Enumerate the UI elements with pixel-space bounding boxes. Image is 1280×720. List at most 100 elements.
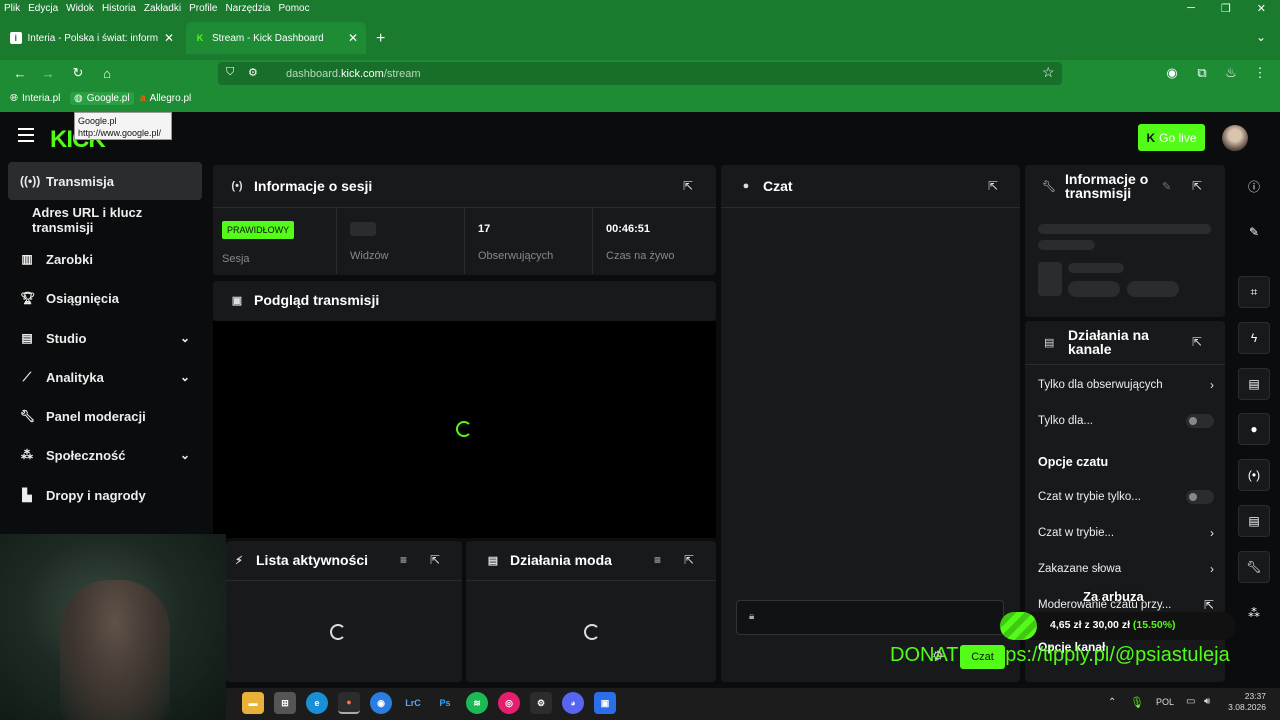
sidebar-item-osiagniecia[interactable]: 🏆︎ Osiągnięcia — [8, 279, 202, 317]
hamburger-menu-icon[interactable] — [18, 128, 34, 142]
menu-tools[interactable]: Narzędzia — [225, 3, 270, 14]
tab-list-chevron-icon[interactable]: ⌄ — [1256, 30, 1266, 44]
skeleton-pill — [1127, 281, 1179, 297]
sidebar-item-studio[interactable]: ▤ Studio ⌄ — [8, 319, 202, 357]
document-icon[interactable]: ▤ — [1238, 368, 1270, 400]
lightroom-icon[interactable]: LrC — [402, 692, 424, 714]
extensions-icon[interactable]: ⧉ — [1190, 62, 1214, 84]
add-widget-icon[interactable]: ⁂ — [1238, 597, 1270, 629]
edit-pencil-icon[interactable]: ✎ — [1238, 216, 1270, 248]
tab-title: Interia - Polska i świat: informacje — [27, 32, 158, 44]
app-icon[interactable]: ◎ — [498, 692, 520, 714]
sidebar-item-transmisja[interactable]: ((•)) Transmisja — [8, 162, 202, 200]
sidebar-item-spolecznosc[interactable]: ⁂ Społeczność ⌄ — [8, 436, 202, 474]
steam-icon[interactable]: ⚙ — [530, 692, 552, 714]
channel-icon[interactable]: ▤ — [1238, 505, 1270, 537]
shield-icon[interactable]: ⛉ — [226, 66, 234, 79]
lightning-icon[interactable]: ϟ — [1238, 322, 1270, 354]
broadcast-icon[interactable]: (•) — [1238, 459, 1270, 491]
filter-icon[interactable]: ≡ — [400, 553, 407, 567]
wrench-icon[interactable]: 🔧︎ — [1238, 551, 1270, 583]
row-banned-words[interactable]: Zakazane słowa › — [1038, 562, 1214, 576]
sidebar-item-dropy[interactable]: ▙ Dropy i nagrody — [8, 476, 202, 514]
menu-file[interactable]: Plik — [4, 3, 20, 14]
chat-bubble-icon[interactable]: ● — [1238, 413, 1270, 445]
popout-icon[interactable]: ⇱ — [684, 553, 694, 567]
sidebar-item-stream-url-key[interactable]: Adres URL i klucz transmisji — [8, 201, 202, 239]
settings-gear-icon[interactable]: ⚙ — [932, 648, 944, 664]
popout-icon[interactable]: ⇱ — [430, 553, 440, 567]
browser-icon[interactable]: ◉ — [370, 692, 392, 714]
menu-history[interactable]: Historia — [102, 3, 136, 14]
filter-icon[interactable]: ≡ — [654, 553, 661, 567]
bookmark-interia[interactable]: 🌐︎ Interia.pl — [10, 93, 60, 104]
info-icon[interactable]: ⓘ — [1238, 170, 1270, 202]
permissions-icon[interactable]: ⚙ — [248, 66, 258, 79]
back-icon[interactable]: ← — [8, 62, 32, 84]
popout-icon[interactable]: ⇱ — [988, 179, 998, 193]
edit-pencil-icon[interactable]: ✎ — [1162, 180, 1171, 193]
star-bookmark-icon[interactable]: ☆ — [1042, 64, 1055, 81]
row-slow-mode[interactable]: Czat w trybie... › — [1038, 526, 1214, 540]
menu-profiles[interactable]: Profile — [189, 3, 217, 14]
preview-icon: ▣ — [231, 294, 243, 307]
avatar[interactable] — [1222, 125, 1248, 151]
volume-icon[interactable]: 🔊︎ — [1204, 696, 1210, 707]
discord-icon[interactable]: ◕ — [562, 692, 584, 714]
loading-spinner — [456, 421, 472, 437]
sidebar-item-analityka[interactable]: ⟋ Analityka ⌄ — [8, 358, 202, 396]
more-menu-icon[interactable]: ⋮ — [1248, 62, 1272, 84]
photoshop-icon[interactable]: Ps — [434, 692, 456, 714]
minimize-icon[interactable]: ─ — [1187, 2, 1195, 15]
menu-edit[interactable]: Edycja — [28, 3, 58, 14]
microphone-icon[interactable]: 🎙︎ — [1130, 696, 1144, 709]
reload-icon[interactable]: ↻ — [66, 62, 90, 84]
close-window-icon[interactable]: ✕ — [1257, 2, 1266, 15]
chat-input[interactable] — [736, 600, 1004, 635]
chat-send-button[interactable]: Czat — [960, 645, 1005, 669]
bookmark-google[interactable]: ◍ Google.pl — [70, 92, 134, 105]
forward-icon[interactable]: → — [36, 62, 60, 84]
row-followers-only[interactable]: Tylko dla obserwujących › — [1038, 378, 1214, 392]
skeleton-pill — [1068, 281, 1120, 297]
tooltip-title: Google.pl — [78, 116, 117, 126]
toggle-switch[interactable] — [1186, 414, 1214, 428]
home-icon[interactable]: ⌂ — [95, 62, 119, 84]
spotify-icon[interactable]: ≋ — [466, 692, 488, 714]
toggle-switch[interactable] — [1186, 490, 1214, 504]
row-emote-only[interactable]: Czat w trybie tylko... — [1038, 490, 1214, 504]
file-explorer-icon[interactable]: ▬ — [242, 692, 264, 714]
new-tab-icon[interactable]: + — [376, 30, 385, 48]
account-icon[interactable]: ◉ — [1160, 62, 1184, 84]
close-tab-icon[interactable]: ✕ — [164, 31, 174, 45]
language-indicator[interactable]: POL — [1156, 697, 1174, 707]
tab-interia[interactable]: i Interia - Polska i świat: informacje ✕ — [2, 22, 182, 54]
store-icon[interactable]: ⊞ — [274, 692, 296, 714]
tab-kick-dashboard[interactable]: K Stream - Kick Dashboard ✕ — [186, 22, 366, 54]
loading-spinner — [584, 624, 600, 640]
sidebar-item-zarobki[interactable]: ▥ Zarobki — [8, 240, 202, 278]
sidebar-item-panel-moderacji[interactable]: 🔧︎ Panel moderacji — [8, 397, 202, 435]
wrench-icon: 🔧︎ — [1042, 181, 1056, 193]
app-window-icon[interactable]: ▣ — [594, 692, 616, 714]
popout-icon[interactable]: ⇱ — [1192, 179, 1202, 193]
close-tab-icon[interactable]: ✕ — [348, 31, 358, 45]
chart-icon: ▥ — [21, 252, 33, 266]
row-subscribers-only[interactable]: Tylko dla... — [1038, 414, 1214, 428]
network-icon[interactable]: ▭ — [1186, 696, 1195, 707]
firefox-sync-icon[interactable]: ♨ — [1219, 62, 1243, 84]
tray-chevron-up-icon[interactable]: ⌃ — [1108, 697, 1116, 708]
menu-help[interactable]: Pomoc — [278, 3, 309, 14]
layout-focus-icon[interactable]: ⌗ — [1238, 276, 1270, 308]
go-live-button[interactable]: K Go live — [1138, 124, 1205, 151]
menu-bookmarks[interactable]: Zakładki — [144, 3, 181, 14]
popout-icon[interactable]: ⇱ — [1192, 335, 1202, 349]
clock[interactable]: 23:37 3.08.2026 — [1224, 691, 1266, 713]
url-bar[interactable]: dashboard. kick.com/stream — [218, 62, 1062, 85]
bookmark-allegro[interactable]: a Allegro.pl — [140, 93, 191, 104]
menu-view[interactable]: Widok — [66, 3, 94, 14]
popout-icon[interactable]: ⇱ — [683, 179, 693, 193]
edge-icon[interactable]: e — [306, 692, 328, 714]
firefox-icon[interactable]: ● — [338, 692, 360, 714]
maximize-icon[interactable]: ❐ — [1221, 2, 1231, 15]
